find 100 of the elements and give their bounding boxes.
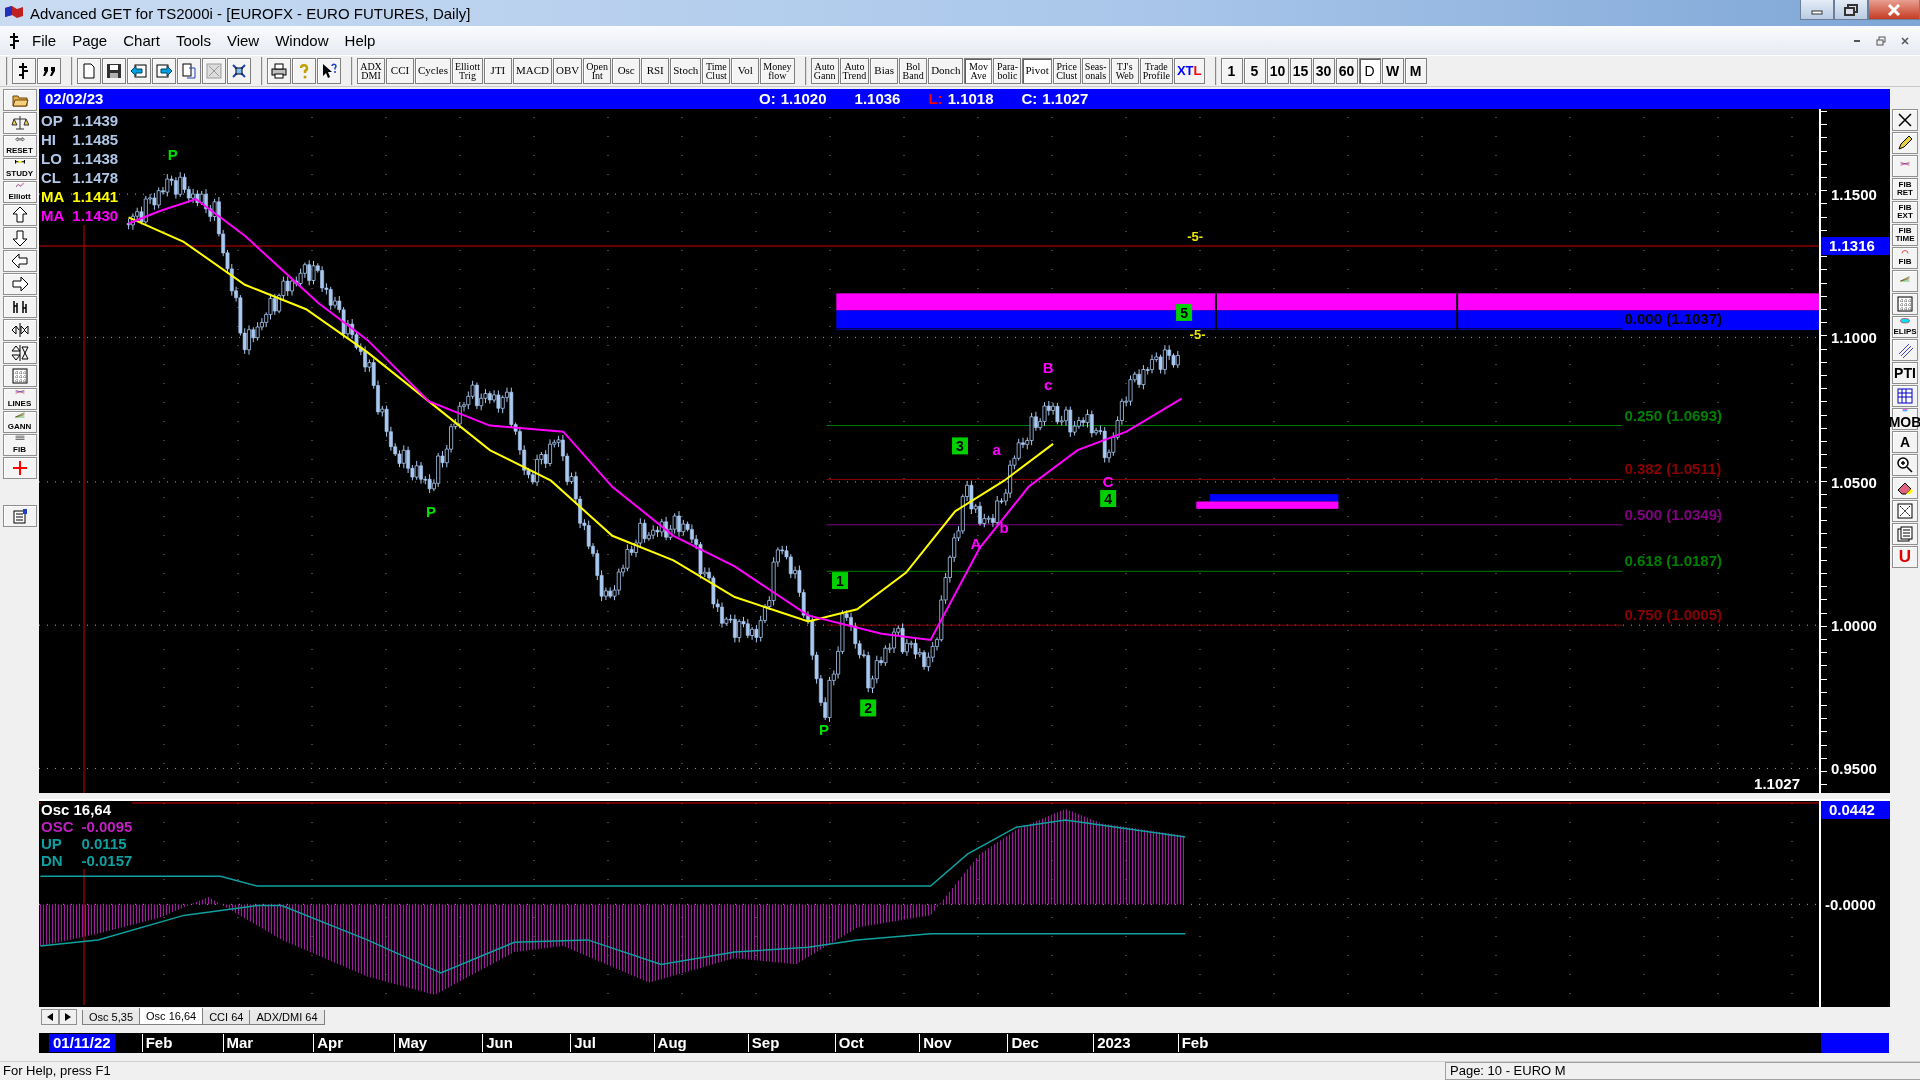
restore-icon xyxy=(1844,3,1858,16)
study-tab[interactable]: ADX/DMI 64 xyxy=(249,1010,325,1025)
toolbar-button[interactable]: Stoch xyxy=(670,57,702,84)
tool-button[interactable]: FIB xyxy=(1892,247,1918,269)
tool-button[interactable]: FIB xyxy=(2,434,37,456)
toolbar-button[interactable]: XTL xyxy=(1173,57,1205,84)
toolbar-button[interactable]: Bias xyxy=(870,57,899,84)
toolbar-button[interactable] xyxy=(317,57,341,84)
timeframe-button[interactable]: W xyxy=(1381,57,1404,84)
timeframe-button[interactable]: 30 xyxy=(1312,57,1335,84)
tool-button[interactable]: FIB RET xyxy=(1892,178,1918,200)
tool-button[interactable] xyxy=(2,319,37,341)
timeframe-button[interactable]: M xyxy=(1404,57,1427,84)
toolbar-button[interactable]: Auto Gann xyxy=(810,57,839,84)
left-arrow-box-icon xyxy=(130,61,148,80)
toolbar-button[interactable]: Time Clust xyxy=(702,57,731,84)
scroll-right-button[interactable] xyxy=(59,1009,77,1025)
study-tab[interactable]: Osc 16,64 xyxy=(139,1008,204,1025)
menu-item[interactable]: Window xyxy=(267,30,337,52)
toolbar-button[interactable] xyxy=(127,57,151,84)
toolbar-button[interactable]: Open Int xyxy=(583,57,612,84)
timeframe-button[interactable]: D xyxy=(1358,57,1381,84)
toolbar-button[interactable]: Auto Trend xyxy=(839,57,870,84)
timeframe-button[interactable]: 60 xyxy=(1335,57,1358,84)
tool-button[interactable] xyxy=(2,250,37,272)
quote-value: 1.1027 xyxy=(1042,90,1089,108)
toolbar-button[interactable]: Para- bolic xyxy=(993,57,1022,84)
tool-button[interactable] xyxy=(2,296,37,318)
scroll-left-button[interactable] xyxy=(41,1009,59,1025)
toolbar-button[interactable]: Price Clust xyxy=(1052,57,1081,84)
tool-button[interactable]: Elliott xyxy=(2,181,37,203)
study-tab[interactable]: CCI 64 xyxy=(202,1010,251,1025)
toolbar-button[interactable]: RSI xyxy=(641,57,670,84)
wave-letter-label: B xyxy=(1042,358,1054,376)
maximize-button[interactable] xyxy=(1834,0,1868,20)
timeframe-button[interactable]: 15 xyxy=(1289,57,1312,84)
tool-button[interactable] xyxy=(2,273,37,295)
toolbar-button[interactable]: JTI xyxy=(483,57,512,84)
tool-button[interactable] xyxy=(2,204,37,226)
tool-button[interactable]: LINES xyxy=(2,388,37,410)
tool-button[interactable]: ELIPS xyxy=(1892,316,1918,338)
toolbar-button[interactable]: Osc xyxy=(612,57,641,84)
tool-button[interactable]: PTI xyxy=(1892,362,1918,384)
toolbar-button[interactable]: Money flow xyxy=(760,57,795,84)
toolbar-button[interactable]: CCI xyxy=(386,57,414,84)
tool-button[interactable] xyxy=(1892,385,1918,407)
toolbar-button[interactable] xyxy=(102,57,126,84)
tool-button[interactable] xyxy=(1892,477,1918,499)
timeframe-button[interactable]: 10 xyxy=(1266,57,1289,84)
tool-button[interactable] xyxy=(2,227,37,249)
tool-button[interactable]: FIB EXT xyxy=(1892,201,1918,223)
toolbar-button[interactable]: Cycles xyxy=(415,57,451,84)
tool-button[interactable] xyxy=(2,342,37,364)
toolbar-button[interactable]: Trade Profile xyxy=(1139,57,1173,84)
tool-button[interactable] xyxy=(1892,109,1918,131)
toolbar-button[interactable]: Seas- onals xyxy=(1081,57,1110,84)
toolbar-button[interactable] xyxy=(267,57,291,84)
toolbar-button[interactable]: Vol xyxy=(731,57,760,84)
toolbar-button[interactable]: Donch xyxy=(928,57,964,84)
toolbar-button[interactable]: Mov Ave xyxy=(964,57,993,84)
tool-button[interactable]: RESET xyxy=(2,135,37,157)
menu-item[interactable]: File xyxy=(24,30,65,52)
timeframe-button[interactable]: 1 xyxy=(1220,57,1243,84)
axis-label: Dec xyxy=(1007,1034,1039,1052)
menu-item[interactable]: Help xyxy=(336,30,384,52)
toolbar-button[interactable]: MACD xyxy=(512,57,552,84)
study-tab[interactable]: Osc 5,35 xyxy=(82,1010,141,1025)
toolbar-button[interactable]: Bol Band xyxy=(899,57,928,84)
tool-button[interactable] xyxy=(1892,132,1918,154)
tool-button[interactable]: STUDY xyxy=(2,158,37,180)
tool-button[interactable] xyxy=(1892,454,1918,476)
toolbar-button[interactable]: ADX DMI xyxy=(357,57,385,84)
menu-item[interactable]: Tools xyxy=(167,30,219,52)
axis-label: Jun xyxy=(482,1034,513,1052)
toolbar-button[interactable]: TJ's Web xyxy=(1110,57,1139,84)
tool-button[interactable] xyxy=(2,112,37,134)
tool-button[interactable]: U xyxy=(1892,546,1918,568)
toolbar-button[interactable] xyxy=(152,57,176,84)
tool-button[interactable]: GANN xyxy=(2,411,37,433)
tool-button[interactable] xyxy=(1892,339,1918,361)
menu-item[interactable]: Chart xyxy=(115,30,168,52)
toolbar-button[interactable] xyxy=(37,57,61,84)
tool-button[interactable]: MOB xyxy=(1892,408,1918,430)
tool-button[interactable] xyxy=(1892,500,1918,522)
tool-button[interactable]: A xyxy=(1892,431,1918,453)
timeframe-button[interactable]: 5 xyxy=(1243,57,1266,84)
menu-item[interactable]: View xyxy=(218,30,268,52)
toolbar-button[interactable]: OBV xyxy=(552,57,583,84)
tool-button[interactable]: FIB TIME xyxy=(1892,224,1918,246)
axis-label: 1.0000 xyxy=(1831,616,1877,634)
close-button[interactable] xyxy=(1868,0,1920,20)
toolbar-button[interactable]: Elliott Trig xyxy=(451,57,483,84)
toolbar-button[interactable] xyxy=(12,57,36,84)
tool-button[interactable] xyxy=(2,505,37,527)
menu-item[interactable]: Page xyxy=(64,30,116,52)
toolbar-button[interactable] xyxy=(227,57,251,84)
toolbar-button[interactable]: Pivot xyxy=(1022,57,1052,84)
right-arrow-box-icon xyxy=(155,61,173,80)
printer-icon xyxy=(270,61,288,80)
dotted-pattern-icon xyxy=(1896,502,1914,520)
